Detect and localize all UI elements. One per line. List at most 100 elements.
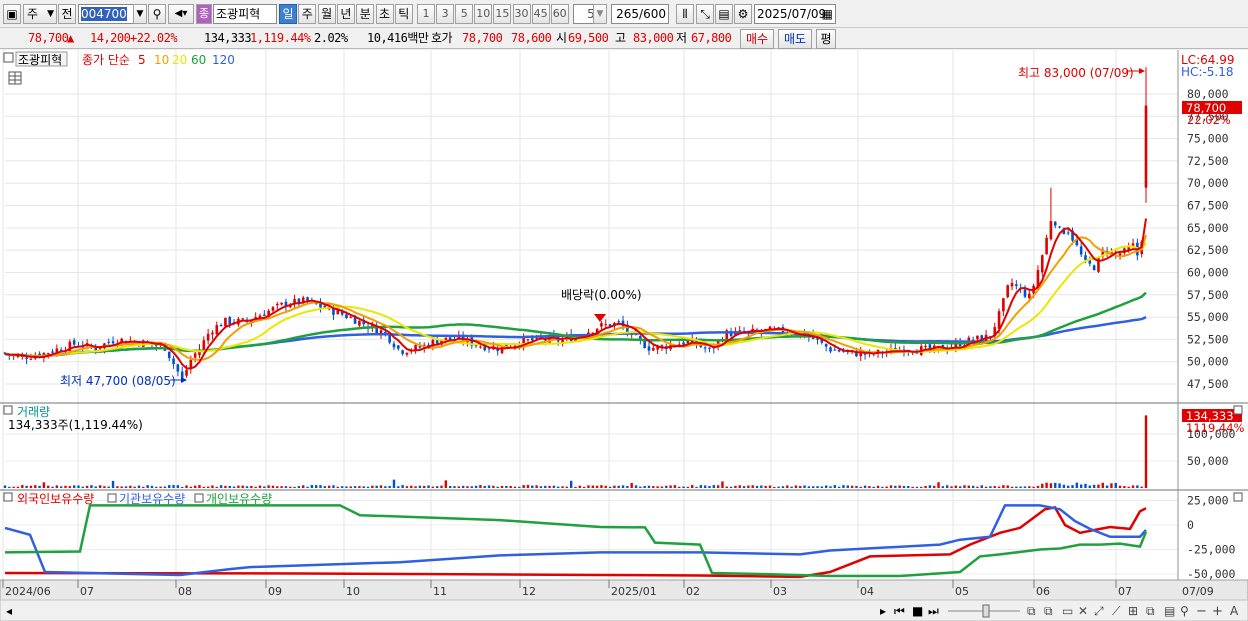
holding-y-tick: 0: [1187, 518, 1194, 532]
volume-bar: [345, 486, 348, 488]
interval-button-30[interactable]: 30: [512, 4, 531, 24]
trade-amount: 10,416백만: [367, 31, 429, 45]
gear-icon[interactable]: ⚙: [734, 4, 752, 24]
line-tool-icon[interactable]: ⤡: [696, 4, 714, 24]
search-icon[interactable]: ⚲: [1180, 604, 1189, 618]
chart-svg[interactable]: 조광피혁 종가 단순 5 10 20 60 120 LC:64.99 HC:-5…: [0, 50, 1248, 621]
candle-body: [211, 332, 214, 335]
volume-bar: [410, 485, 413, 488]
open-price: 69,500: [568, 31, 609, 45]
trend-icon[interactable]: ⤢: [1093, 604, 1104, 618]
period-button-0[interactable]: 일: [279, 4, 297, 24]
stock-name-field[interactable]: 조광피혁: [213, 4, 277, 24]
buy-button[interactable]: 매수: [740, 29, 774, 49]
candle-body: [824, 343, 828, 347]
chevron-down-icon[interactable]: ▼: [593, 4, 607, 24]
volume-bar: [362, 486, 365, 488]
search-icon[interactable]: ⚲: [148, 4, 166, 24]
code-dropdown-chevron-icon[interactable]: ▼: [133, 4, 147, 24]
date-input[interactable]: 2025/07/09 ▦: [754, 4, 836, 24]
period-button-2[interactable]: 월: [317, 4, 336, 24]
volume-bar: [1049, 483, 1053, 488]
interval-button-3[interactable]: 3: [436, 4, 455, 24]
volume-bar: [1136, 485, 1139, 488]
candle-body: [435, 340, 439, 344]
volume-bar: [202, 486, 206, 488]
close-icon[interactable]: [1233, 492, 1243, 502]
candle-body: [833, 349, 837, 351]
calendar-icon[interactable]: ▦: [822, 5, 833, 23]
panel-menu-icon[interactable]: [3, 405, 13, 415]
layers-icon[interactable]: ⧉: [1146, 604, 1155, 618]
candle-body: [193, 353, 197, 358]
save-icon[interactable]: ▤: [715, 4, 733, 24]
ruler-icon[interactable]: ⟋: [1112, 604, 1121, 618]
dock-icon[interactable]: ▭: [1062, 604, 1073, 618]
speaker-icon[interactable]: ◀▾: [168, 4, 194, 24]
panel-menu-icon[interactable]: [3, 492, 13, 502]
volume-title: 거래량: [17, 405, 50, 419]
low-label: 저: [676, 31, 687, 45]
stock-code-input[interactable]: 004700: [78, 4, 136, 24]
volume-bar: [384, 486, 387, 488]
period-button-6[interactable]: 틱: [394, 4, 413, 24]
market-select[interactable]: 주 ▼: [23, 4, 57, 24]
ma-label: 종가 단순: [82, 53, 130, 67]
close-icon[interactable]: [1233, 405, 1243, 415]
interval-button-5[interactable]: 5: [455, 4, 474, 24]
period-button-1[interactable]: 주: [298, 4, 317, 24]
price-y-tick: 65,000: [1187, 221, 1229, 235]
volume-bar: [703, 485, 707, 488]
volume-bar: [855, 485, 858, 488]
candle-body: [72, 340, 76, 345]
volume-bar: [423, 485, 426, 488]
volume-bar: [678, 486, 681, 488]
interval-button-45[interactable]: 45: [531, 4, 550, 24]
last-page-icon[interactable]: ⏭: [928, 604, 939, 618]
hc-value: HC:-5.18: [1181, 65, 1234, 79]
candle-style-icon[interactable]: ⫴: [676, 4, 694, 24]
volume-bar: [392, 479, 396, 488]
zoom-in-icon[interactable]: +: [1212, 604, 1223, 619]
ask-price: 78,700: [462, 31, 503, 45]
volume-bar: [16, 486, 20, 488]
prefix-button[interactable]: 전: [58, 4, 76, 24]
zoom-out-icon[interactable]: −: [1196, 604, 1207, 619]
interval-button-1[interactable]: 1: [417, 4, 435, 24]
candle-body: [617, 321, 621, 323]
interval-button-60[interactable]: 60: [550, 4, 569, 24]
window-icon[interactable]: ⧉: [1044, 604, 1053, 618]
chart-area[interactable]: 조광피혁 종가 단순 5 10 20 60 120 LC:64.99 HC:-5…: [0, 50, 1248, 621]
candle-body: [647, 346, 651, 351]
crosshair-icon[interactable]: ✕: [1078, 604, 1088, 618]
display-count-value: 265: [616, 7, 640, 21]
period-button-3[interactable]: 년: [336, 4, 355, 24]
volume-bar: [1015, 486, 1018, 488]
volume-bar: [435, 486, 439, 488]
grid-icon[interactable]: ⊞: [1128, 604, 1138, 618]
volume-bar: [111, 480, 115, 488]
volume-bar: [414, 486, 417, 488]
sell-button[interactable]: 매도: [778, 29, 812, 49]
scroll-right-icon[interactable]: ▸: [880, 604, 886, 618]
scroll-left-icon[interactable]: ◂: [6, 604, 12, 618]
period-button-4[interactable]: 분: [356, 4, 375, 24]
interval-button-15[interactable]: 15: [493, 4, 512, 24]
stop-icon[interactable]: ■: [912, 604, 923, 618]
eval-button[interactable]: 평: [816, 29, 836, 49]
period-button-5[interactable]: 초: [375, 4, 394, 24]
display-count-field[interactable]: 265/600: [611, 4, 669, 24]
layout-icon[interactable]: ▣: [3, 4, 21, 24]
text-size-icon[interactable]: A: [1230, 604, 1239, 618]
volume-bar: [742, 486, 746, 488]
print-icon[interactable]: ▤: [1164, 604, 1175, 618]
first-page-icon[interactable]: ⏮: [894, 604, 905, 618]
scroll-bar[interactable]: [0, 599, 1248, 621]
interval-button-10[interactable]: 10: [474, 4, 493, 24]
volume-bar: [799, 486, 802, 488]
copy-icon[interactable]: ⧉: [1027, 604, 1036, 618]
volume-bar: [600, 485, 603, 488]
volume-bar: [340, 486, 344, 488]
panel-menu-icon[interactable]: [3, 52, 14, 63]
zoom-slider-handle[interactable]: [982, 604, 990, 618]
